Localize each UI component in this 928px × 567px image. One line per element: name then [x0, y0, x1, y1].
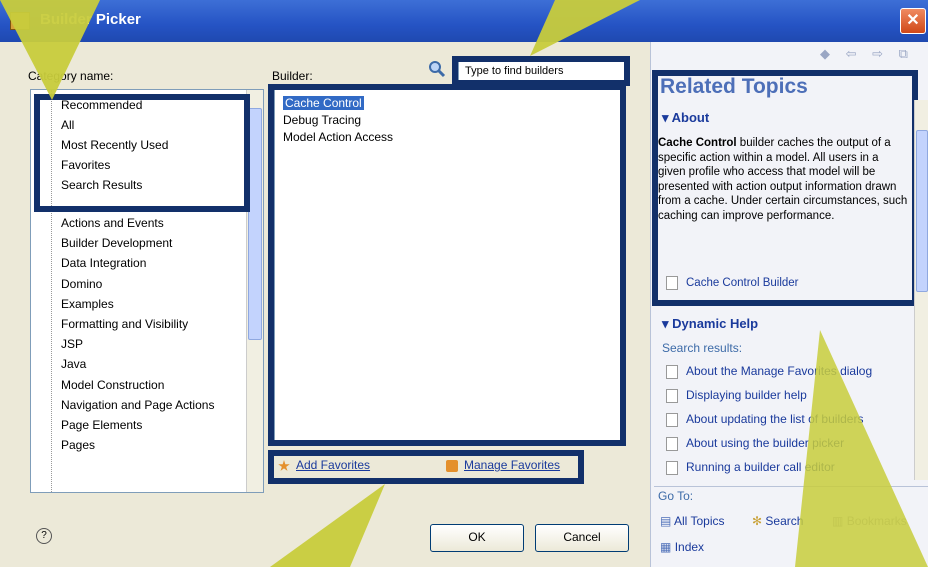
help-result-link[interactable]: About using the builder picker [666, 436, 844, 451]
manage-favorites-icon [446, 460, 458, 472]
category-item[interactable]: Java [61, 357, 86, 371]
category-item[interactable]: All [61, 118, 74, 132]
category-item[interactable]: Formatting and Visibility [61, 317, 188, 331]
help-result-label: Displaying builder help [686, 388, 807, 402]
document-icon [666, 276, 678, 290]
category-scrollbar[interactable] [246, 90, 263, 492]
help-result-label: Running a builder call editor [686, 460, 835, 474]
tree-connector [51, 90, 52, 492]
goto-search[interactable]: ✻ Search [752, 514, 803, 528]
cancel-button[interactable]: Cancel [535, 524, 629, 552]
search-icon[interactable] [428, 60, 446, 78]
search-results-label: Search results: [662, 341, 743, 355]
document-icon [666, 364, 678, 379]
related-scrollbar[interactable] [914, 100, 928, 480]
builder-item[interactable]: Model Action Access [283, 130, 393, 144]
builder-list[interactable]: Cache Control Debug Tracing Model Action A… [274, 89, 621, 445]
help-result-label: About the Manage Favorites dialog [686, 364, 873, 378]
category-item[interactable]: Examples [61, 297, 114, 311]
document-icon [666, 388, 678, 403]
goto-label: Go To: [658, 489, 694, 503]
help-result-link[interactable]: About the Manage Favorites dialog [666, 364, 872, 379]
divider [654, 486, 928, 487]
window-title: Builder Picker [40, 11, 141, 28]
goto-all-label: All Topics [674, 514, 725, 528]
help-result-label: About using the builder picker [686, 436, 845, 450]
help-result-link[interactable]: Displaying builder help [666, 388, 807, 403]
category-item[interactable]: Model Construction [61, 378, 164, 392]
goto-search-label: Search [765, 514, 804, 528]
about-body: builder caches the output of a specific … [658, 137, 908, 222]
category-label: Category name: [28, 69, 114, 83]
related-scroll-thumb[interactable] [916, 130, 928, 292]
category-item[interactable]: JSP [61, 337, 83, 351]
category-item[interactable]: Data Integration [61, 256, 146, 270]
book-icon: ▤ [660, 514, 672, 528]
about-bold: Cache Control [658, 137, 737, 149]
category-scroll-thumb[interactable] [248, 108, 262, 340]
index-icon: ▦ [660, 540, 672, 554]
toolbar-icons: ◆ ⇦ ⇨ ⧉ [820, 46, 914, 61]
close-button[interactable]: ✕ [900, 8, 926, 34]
category-item[interactable]: Actions and Events [61, 216, 164, 230]
manage-favorites-link[interactable]: Manage Favorites [464, 458, 560, 472]
help-result-label: About updating the list of builders [686, 412, 864, 426]
bookmark-icon: ▥ [832, 514, 844, 528]
dialog-body: Category name: Recommended All Most Recent… [0, 42, 928, 567]
add-favorites-icon [278, 460, 290, 471]
category-item[interactable]: Pages [61, 438, 95, 452]
category-item[interactable]: Favorites [61, 158, 110, 172]
title-bar: Builder Picker ✕ [0, 0, 928, 42]
about-heading-label: About [671, 110, 710, 125]
category-item[interactable]: Recommended [61, 98, 142, 112]
builder-search-placeholder: Type to find builders [465, 65, 564, 77]
app-icon [10, 12, 30, 30]
document-icon [666, 412, 678, 427]
about-text: Cache Control builder caches the output … [658, 136, 908, 223]
builder-item[interactable]: Debug Tracing [283, 113, 361, 127]
category-tree[interactable]: Recommended All Most Recently Used Favorite… [30, 89, 264, 493]
about-link-label: Cache Control Builder [686, 277, 799, 290]
category-item[interactable]: Search Results [61, 178, 142, 192]
goto-bookmarks-label: Bookmarks [846, 514, 907, 528]
document-icon [666, 460, 678, 475]
category-item[interactable]: Builder Development [61, 236, 172, 250]
about-heading[interactable]: ▾ About [662, 110, 709, 126]
document-icon [666, 436, 678, 451]
dynamic-help-label: Dynamic Help [672, 316, 759, 331]
search-help-icon: ✻ [752, 514, 763, 528]
help-icon[interactable]: ? [36, 528, 52, 544]
goto-index-label: Index [674, 540, 705, 554]
builder-item[interactable]: Cache Control [283, 96, 364, 110]
category-item[interactable]: Domino [61, 277, 102, 291]
add-favorites-link[interactable]: Add Favorites [296, 458, 370, 472]
category-item[interactable]: Navigation and Page Actions [61, 398, 214, 412]
builder-label: Builder: [272, 69, 313, 83]
help-result-link[interactable]: Running a builder call editor [666, 460, 835, 475]
category-item[interactable]: Page Elements [61, 418, 142, 432]
category-item[interactable]: Most Recently Used [61, 138, 168, 152]
dynamic-help-heading[interactable]: ▾ Dynamic Help [662, 316, 758, 332]
goto-index[interactable]: ▦ Index [660, 540, 704, 554]
related-topics-title: Related Topics [660, 75, 808, 98]
help-result-link[interactable]: About updating the list of builders [666, 412, 863, 427]
goto-all-topics[interactable]: ▤ All Topics [660, 514, 724, 528]
builder-search-input[interactable]: Type to find builders [458, 60, 628, 84]
about-link[interactable]: Cache Control Builder [666, 276, 799, 290]
goto-bookmarks[interactable]: ▥ Bookmarks [832, 514, 907, 528]
ok-button[interactable]: OK [430, 524, 524, 552]
